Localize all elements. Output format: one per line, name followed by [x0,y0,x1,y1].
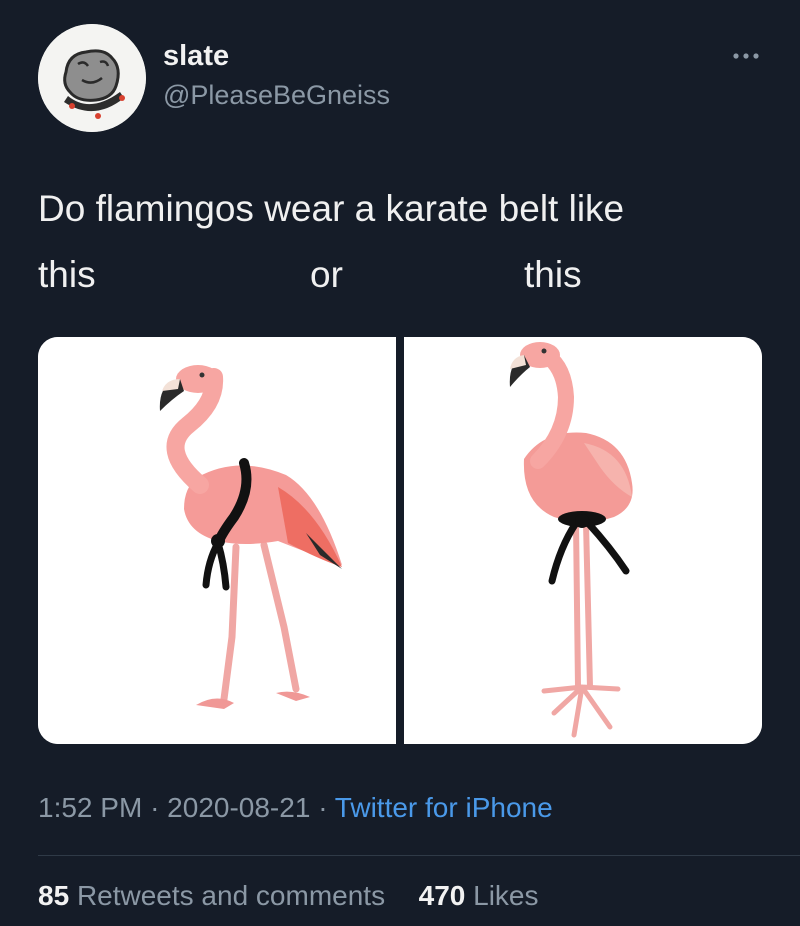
tweet-page: slate @PleaseBeGneiss Do flamingos wear … [0,0,800,926]
tweet-text: Do flamingos wear a karate belt like thi… [38,176,768,308]
tweet-stats: 85 Retweets and comments 470 Likes [38,880,539,912]
word-this-first: this [38,254,96,295]
tweet-text-line-1: Do flamingos wear a karate belt like [38,188,625,229]
likes-label: Likes [473,880,539,911]
divider [38,855,800,856]
likes-stat[interactable]: 470 Likes [419,880,539,911]
likes-count: 470 [418,880,466,911]
avatar[interactable] [38,24,146,132]
tweet-time[interactable]: 1:52 PM [38,792,142,823]
retweets-label: Retweets and comments [76,880,386,911]
meta-separator: · [318,792,328,823]
retweets-count: 85 [38,880,70,911]
user-handle[interactable]: @PleaseBeGneiss [163,80,390,111]
tweet-text-line-2: this or this [38,242,768,308]
tweet-date[interactable]: 2020-08-21 [167,792,310,823]
word-or: or [310,254,343,295]
meta-separator: · [150,792,160,823]
flamingo-belt-around-legs-image[interactable] [404,337,762,744]
tweet-source-link[interactable]: Twitter for iPhone [335,792,553,823]
tweet-metadata: 1:52 PM · 2020-08-21 · Twitter for iPhon… [38,792,553,824]
word-this-second: this [524,254,582,295]
flamingo-belt-over-shoulder-image[interactable] [38,337,396,744]
display-name[interactable]: slate [163,40,229,73]
rock-face-avatar-icon [38,24,146,132]
ellipsis-icon[interactable] [728,46,764,66]
retweets-stat[interactable]: 85 Retweets and comments [38,880,393,911]
tweet-media[interactable] [38,337,762,744]
